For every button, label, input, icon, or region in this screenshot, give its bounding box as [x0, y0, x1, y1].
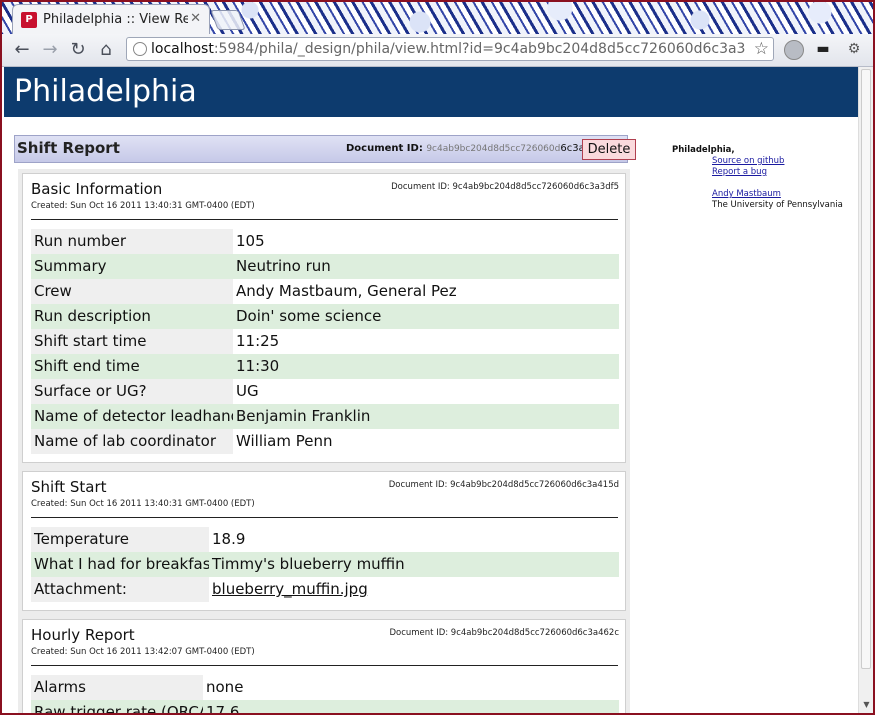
reload-icon[interactable]: ↻: [66, 38, 90, 62]
section-divider: [31, 665, 618, 666]
affiliation-text: The University of Pennsylvania: [712, 200, 843, 210]
table-row: Temperature 18.9: [31, 527, 619, 552]
section-document-id: Document ID: 9c4ab9bc204d8d5cc726060d6c3…: [391, 182, 619, 192]
table-row: What I had for breakfast Timmy's blueberr…: [31, 552, 619, 577]
section-title: Hourly Report: [31, 626, 135, 644]
table-row: Name of lab coordinator William Penn: [31, 429, 619, 454]
wrench-icon[interactable]: ⚙: [845, 40, 863, 58]
back-icon[interactable]: ←: [10, 38, 34, 62]
source-link[interactable]: Source on github: [712, 156, 784, 166]
section-created: Created: Sun Oct 16 2011 13:42:07 GMT-04…: [31, 647, 255, 657]
table-row: Run number 105: [31, 229, 619, 254]
home-icon[interactable]: ⌂: [94, 38, 118, 62]
forward-icon[interactable]: →: [38, 38, 62, 62]
hourly-report-table: Alarms none Raw trigger rate (ORCA) 17.6: [31, 675, 619, 713]
address-bar[interactable]: localhost:5984/phila/_design/phila/view.…: [126, 37, 774, 61]
browser-tab[interactable]: P Philadelphia :: View Rep ✕: [12, 4, 210, 34]
browser-toolbar: ← → ↻ ⌂ localhost:5984/phila/_design/phi…: [0, 34, 875, 67]
author-link[interactable]: Andy Mastbaum: [712, 189, 781, 199]
report-bug-link[interactable]: Report a bug: [712, 167, 767, 177]
sidebar-site-name: Philadelphia,: [672, 145, 735, 155]
section-basic-information: Basic Information Created: Sun Oct 16 20…: [22, 173, 626, 463]
table-row: Run description Doin' some science: [31, 304, 619, 329]
shift-start-table: Temperature 18.9 What I had for breakfast…: [31, 527, 619, 602]
site-favicon-icon: P: [21, 12, 37, 28]
table-row: Name of detector leadhand Benjamin Frankl…: [31, 404, 619, 429]
scrollbar-thumb[interactable]: [861, 69, 871, 669]
report-header: Shift Report Document ID: 9c4ab9bc204d8d…: [14, 135, 636, 163]
attachment-link[interactable]: blueberry_muffin.jpg: [212, 580, 368, 598]
tab-strip: P Philadelphia :: View Rep ✕: [0, 0, 875, 34]
section-document-id: Document ID: 9c4ab9bc204d8d5cc726060d6c3…: [388, 480, 619, 490]
table-row: Summary Neutrino run: [31, 254, 619, 279]
tab-title: Philadelphia :: View Rep: [43, 12, 188, 27]
new-tab-button[interactable]: [210, 10, 246, 30]
section-shift-start: Shift Start Created: Sun Oct 16 2011 13:…: [22, 471, 626, 611]
section-title: Shift Start: [31, 478, 107, 496]
table-row: Attachment: blueberry_muffin.jpg: [31, 577, 619, 602]
site-title: Philadelphia: [14, 74, 197, 109]
table-row: Shift end time 11:30: [31, 354, 619, 379]
table-row: Surface or UG? UG: [31, 379, 619, 404]
section-title: Basic Information: [31, 180, 163, 198]
bookmark-star-icon[interactable]: ☆: [754, 39, 769, 59]
scroll-down-arrow-icon[interactable]: ▼: [859, 697, 874, 713]
delete-button[interactable]: Delete: [582, 139, 636, 160]
section-created: Created: Sun Oct 16 2011 13:40:31 GMT-04…: [31, 499, 255, 509]
table-row: Raw trigger rate (ORCA) 17.6: [31, 700, 619, 713]
table-row: Alarms none: [31, 675, 619, 700]
url-text: localhost:5984/phila/_design/phila/view.…: [151, 41, 746, 57]
close-tab-icon[interactable]: ✕: [190, 11, 201, 26]
site-header: Philadelphia: [4, 67, 858, 117]
section-divider: [31, 219, 618, 220]
section-divider: [31, 517, 618, 518]
report-title: Shift Report: [17, 139, 120, 157]
extension-mask-icon[interactable]: ▬: [814, 40, 832, 58]
page-viewport: Philadelphia Shift Report Document ID: 9…: [4, 67, 858, 713]
vertical-scrollbar[interactable]: ▼: [858, 67, 874, 713]
page-info-icon[interactable]: [133, 42, 147, 56]
report-document-id: Document ID: 9c4ab9bc204d8d5cc726060d6c3…: [346, 143, 610, 154]
section-document-id: Document ID: 9c4ab9bc204d8d5cc726060d6c3…: [389, 628, 619, 638]
extension-globe-icon[interactable]: [784, 40, 804, 60]
section-created: Created: Sun Oct 16 2011 13:40:31 GMT-04…: [31, 201, 255, 211]
table-row: Shift start time 11:25: [31, 329, 619, 354]
table-row: Crew Andy Mastbaum, General Pez: [31, 279, 619, 304]
section-hourly-report: Hourly Report Created: Sun Oct 16 2011 1…: [22, 619, 626, 713]
basic-info-table: Run number 105 Summary Neutrino run Crew An…: [31, 229, 619, 454]
